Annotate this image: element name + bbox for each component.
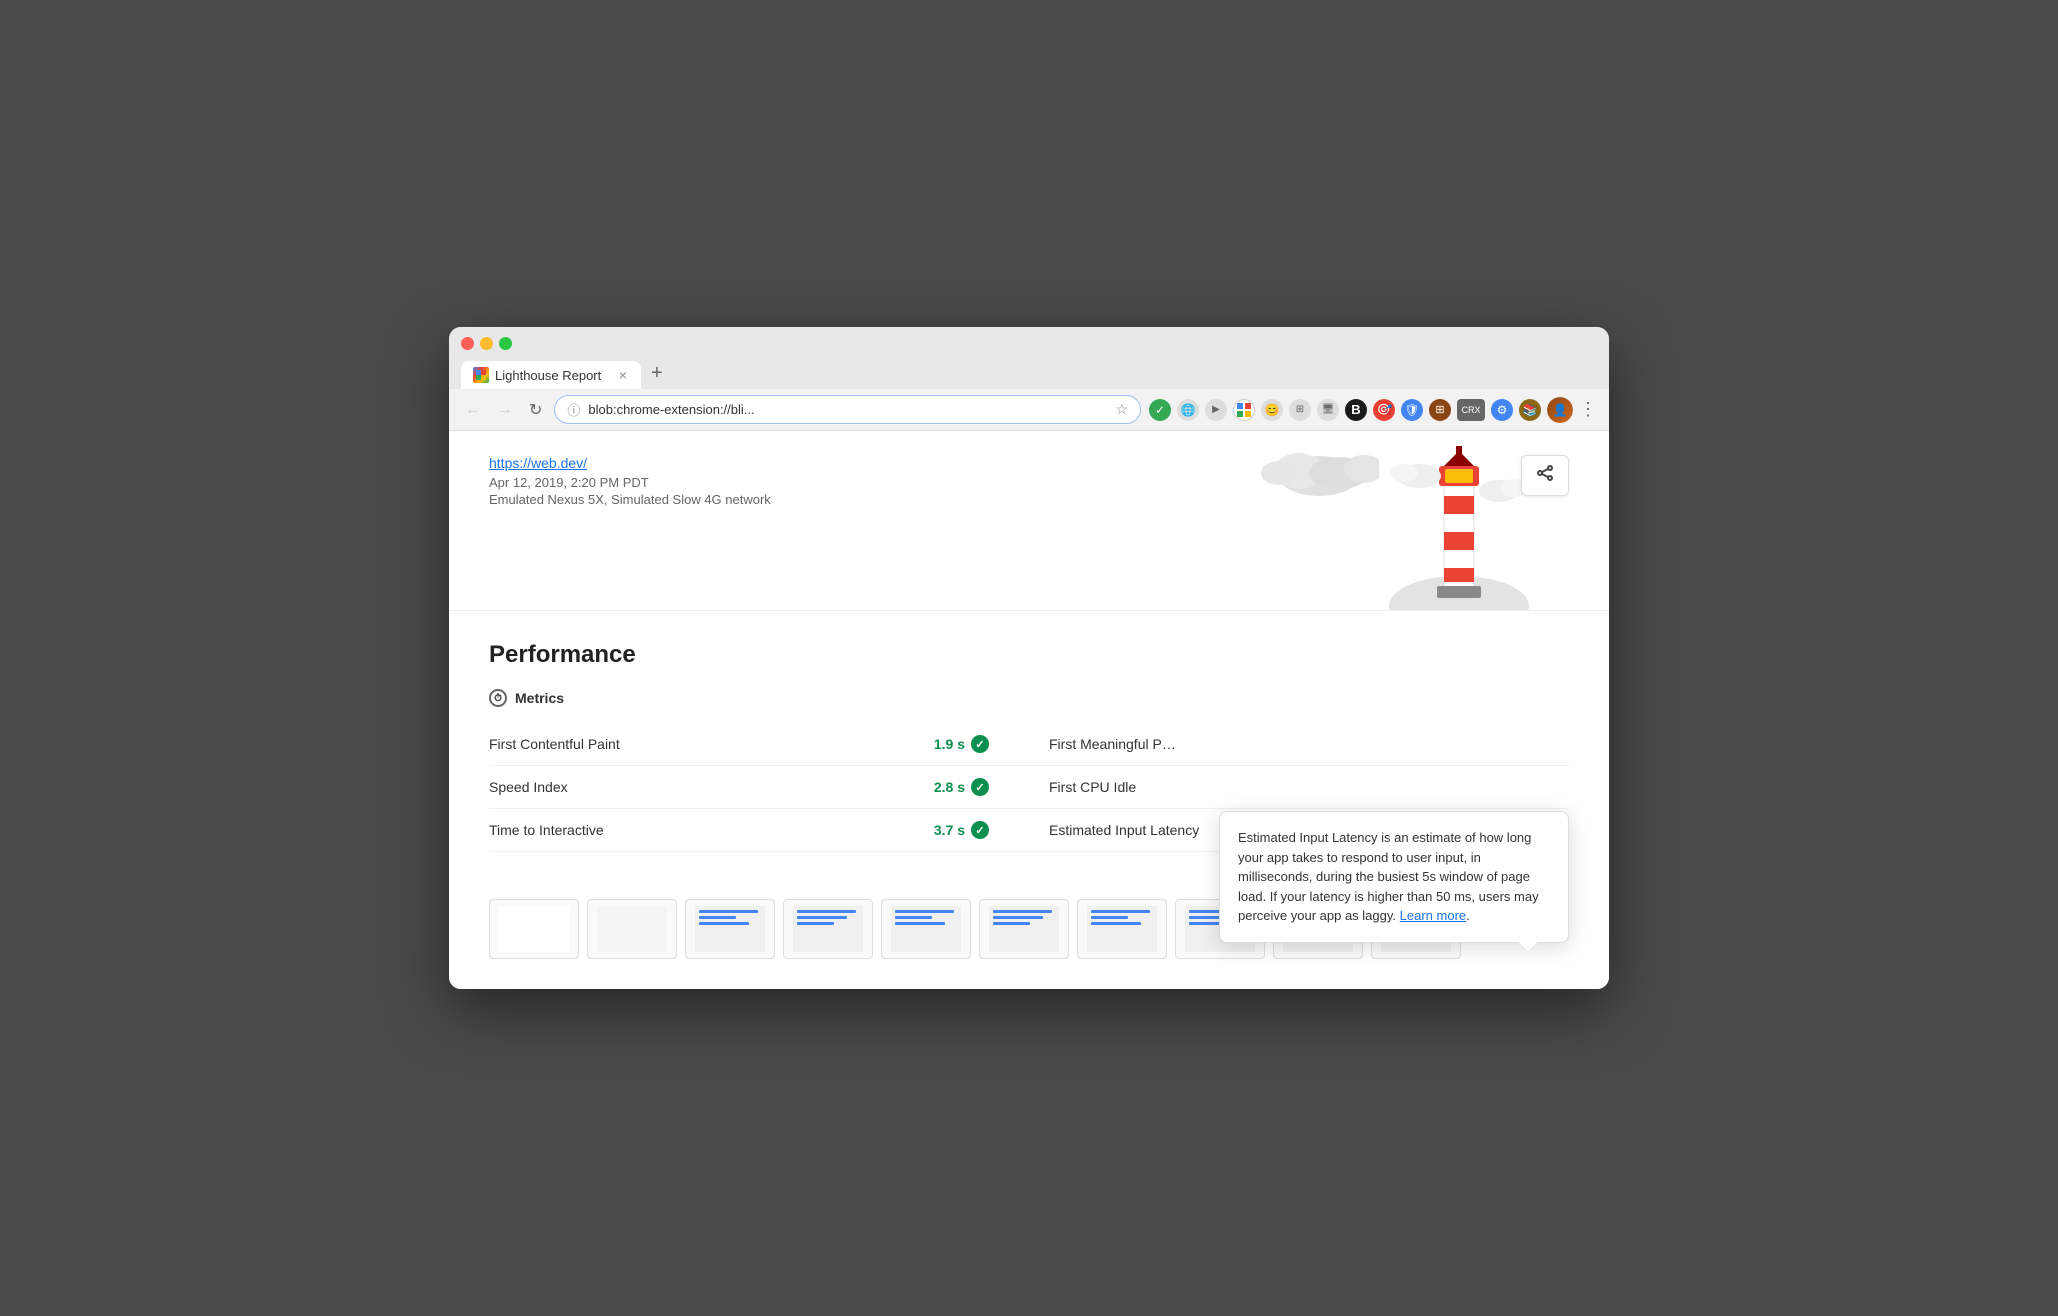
film-frame [1077,899,1167,959]
film-frame [489,899,579,959]
pass-icon: ✓ [971,821,989,839]
film-frame [587,899,677,959]
title-bar: Lighthouse Report × + [449,327,1609,389]
metric-row: First Meaningful P… [1029,723,1569,766]
ext-target-icon[interactable]: 🎯 [1373,399,1395,421]
ext-grid-icon[interactable]: ⊞ [1429,399,1451,421]
browser-window: Lighthouse Report × + ← → ↻ ⓘ ☆ ✓ 🌐 ▶ 😊 [449,327,1609,989]
metric-row: First Contentful Paint 1.9 s ✓ [489,723,1029,766]
ext-bold-icon[interactable]: B [1345,399,1367,421]
ext-shield-icon[interactable]: 🛡 [1401,399,1423,421]
report-device: Emulated Nexus 5X, Simulated Slow 4G net… [489,492,771,507]
window-controls [461,337,512,350]
film-frame [979,899,1069,959]
lighthouse-illustration [1389,431,1529,611]
info-icon: ⓘ [567,400,580,419]
address-bar[interactable]: ⓘ ☆ [554,395,1141,424]
cloud-decoration [1259,441,1379,501]
metric-row: Time to Interactive 3.7 s ✓ [489,809,1029,852]
report-date: Apr 12, 2019, 2:20 PM PDT [489,475,771,490]
report-header: https://web.dev/ Apr 12, 2019, 2:20 PM P… [449,431,1609,611]
report-meta: https://web.dev/ Apr 12, 2019, 2:20 PM P… [489,455,771,507]
minimize-button[interactable] [480,337,493,350]
avatar-image: 👤 [1547,397,1573,423]
metric-row: First CPU Idle [1029,766,1569,809]
share-button[interactable] [1521,455,1569,496]
metric-value: 1.9 s ✓ [934,735,989,753]
report-url[interactable]: https://web.dev/ [489,455,771,471]
metric-row: Speed Index 2.8 s ✓ [489,766,1029,809]
metric-number: 1.9 s [934,736,965,752]
film-frame [783,899,873,959]
metric-name: Estimated Input Latency [1049,822,1199,838]
ext-settings-icon[interactable]: ⚙ [1491,399,1513,421]
avatar[interactable]: 👤 [1547,397,1573,423]
active-tab[interactable]: Lighthouse Report × [461,361,641,389]
new-tab-button[interactable]: + [643,358,671,389]
metric-value: 2.8 s ✓ [934,778,989,796]
tab-close-button[interactable]: × [617,367,629,383]
maximize-button[interactable] [499,337,512,350]
metric-name: First Meaningful P… [1049,736,1176,752]
page-wrapper: https://web.dev/ Apr 12, 2019, 2:20 PM P… [449,431,1609,989]
metric-number: 2.8 s [934,779,965,795]
tooltip-learn-more[interactable]: Learn more [1400,908,1466,923]
tooltip: Estimated Input Latency is an estimate o… [1219,811,1569,943]
metric-name: First Contentful Paint [489,736,620,752]
close-button[interactable] [461,337,474,350]
tooltip-period: . [1466,908,1470,923]
tab-favicon [473,367,489,383]
ext-media-icon[interactable]: ▶ [1205,399,1227,421]
back-button[interactable]: ← [461,397,485,423]
ext-books-icon[interactable]: 📚 [1519,399,1541,421]
film-frame [685,899,775,959]
film-frame [881,899,971,959]
metrics-header: ⏱ Metrics [489,689,1569,707]
timer-icon: ⏱ [489,689,507,707]
ext-monitor-icon[interactable]: 🖥 [1317,399,1339,421]
section-title: Performance [489,641,1569,669]
metric-number: 3.7 s [934,822,965,838]
pass-icon: ✓ [971,735,989,753]
address-input[interactable] [588,402,1107,417]
toolbar: ← → ↻ ⓘ ☆ ✓ 🌐 ▶ 😊 ⊞ 🖥 B 🎯 🛡 [449,389,1609,431]
metric-name: Time to Interactive [489,822,604,838]
forward-button[interactable]: → [493,397,517,423]
metric-value: 3.7 s ✓ [934,821,989,839]
tooltip-text: Estimated Input Latency is an estimate o… [1238,830,1539,923]
metric-name: Speed Index [489,779,568,795]
menu-button[interactable]: ⋮ [1579,399,1597,420]
tab-title: Lighthouse Report [495,368,611,383]
ext-crx-icon[interactable]: CRX [1457,399,1485,421]
toolbar-extensions: ✓ 🌐 ▶ 😊 ⊞ 🖥 B 🎯 🛡 ⊞ CRX ⚙ 📚 [1149,397,1597,423]
ext-globe-icon[interactable]: 🌐 [1177,399,1199,421]
ext-smile-icon[interactable]: 😊 [1261,399,1283,421]
reload-button[interactable]: ↻ [525,396,546,424]
ext-check-icon[interactable]: ✓ [1149,399,1171,421]
ext-lighthouse-icon[interactable] [1233,399,1255,421]
metric-name: First CPU Idle [1049,779,1136,795]
bookmark-icon[interactable]: ☆ [1115,401,1128,418]
ext-puzzle-icon[interactable]: ⊞ [1289,399,1311,421]
metrics-label: Metrics [515,690,564,706]
pass-icon: ✓ [971,778,989,796]
tabs-row: Lighthouse Report × + [461,358,1597,389]
